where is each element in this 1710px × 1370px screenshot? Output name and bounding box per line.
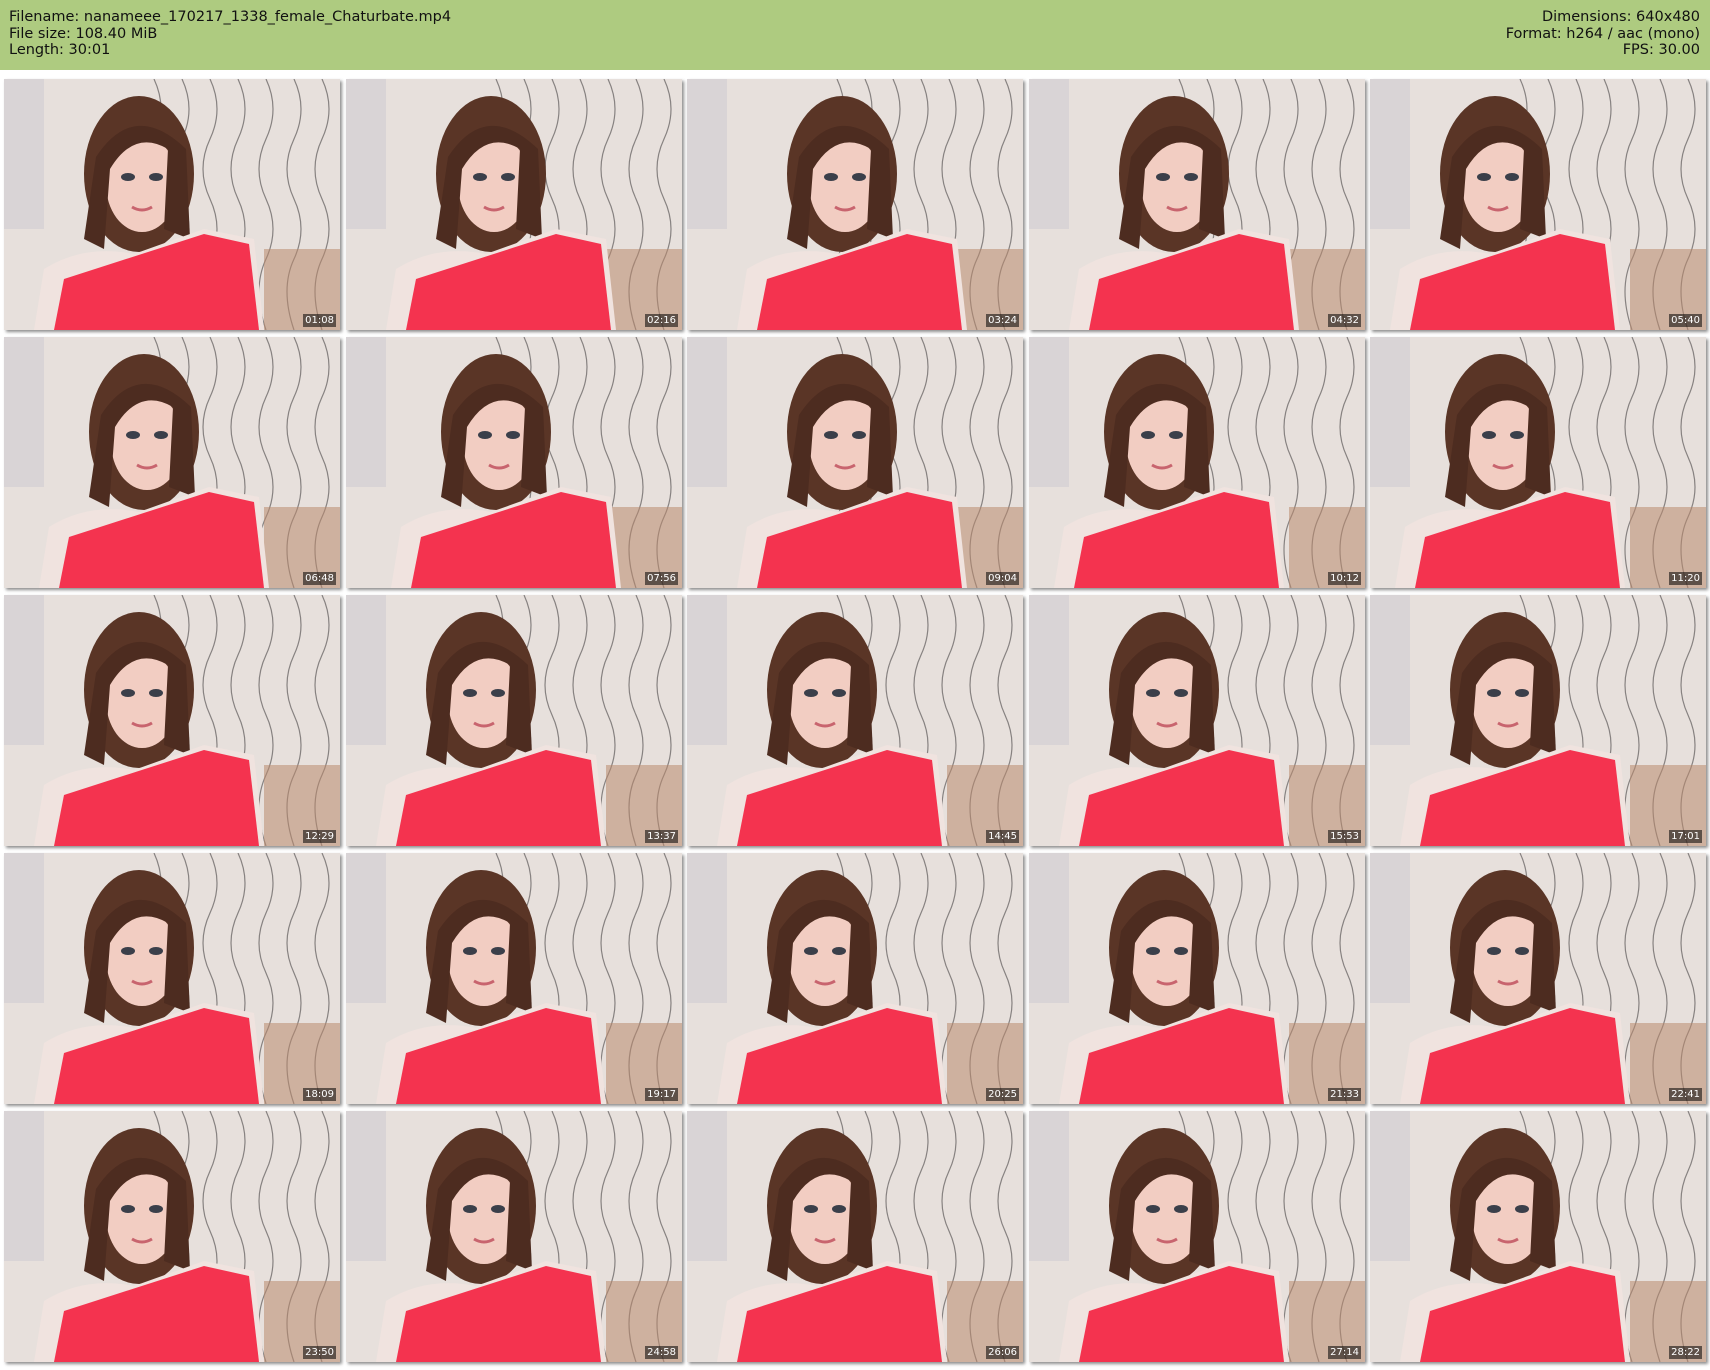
frame-timestamp: 28:22 [1669,1346,1702,1359]
frame-timestamp: 09:04 [986,572,1019,585]
length-label: Length: 30:01 [9,42,111,58]
frame-timestamp: 03:24 [986,314,1019,327]
frame-timestamp: 01:08 [303,314,336,327]
file-meta-left: Filename: nanameee_170217_1338_female_Ch… [9,9,451,59]
video-frame-thumbnail: 11:20 [1370,337,1706,588]
frame-timestamp: 14:45 [986,830,1019,843]
video-frame-thumbnail: 12:29 [4,595,340,846]
video-frame-thumbnail: 19:17 [346,853,682,1104]
frame-timestamp: 19:17 [645,1088,678,1101]
frame-timestamp: 24:58 [645,1346,678,1359]
video-frame-thumbnail: 04:32 [1029,79,1365,330]
thumbnail-grid: 01:08 02:16 03:24 04:32 05:40 06:48 07:5… [4,79,1706,1365]
video-frame-thumbnail: 07:56 [346,337,682,588]
video-frame-thumbnail: 17:01 [1370,595,1706,846]
frame-timestamp: 05:40 [1669,314,1702,327]
video-frame-thumbnail: 26:06 [687,1111,1023,1362]
video-frame-thumbnail: 10:12 [1029,337,1365,588]
frame-timestamp: 17:01 [1669,830,1702,843]
format-label: Format: h264 / aac (mono) [1505,25,1700,42]
video-frame-thumbnail: 20:25 [687,853,1023,1104]
video-frame-thumbnail: 27:14 [1029,1111,1365,1362]
frame-timestamp: 27:14 [1328,1346,1361,1359]
video-frame-thumbnail: 14:45 [687,595,1023,846]
frame-timestamp: 15:53 [1328,830,1361,843]
frame-timestamp: 02:16 [645,314,678,327]
frame-timestamp: 04:32 [1328,314,1361,327]
video-frame-thumbnail: 05:40 [1370,79,1706,330]
dimensions-label: Dimensions: 640x480 [1541,9,1700,25]
video-frame-thumbnail: 28:22 [1370,1111,1706,1362]
video-frame-thumbnail: 02:16 [346,79,682,330]
video-frame-thumbnail: 09:04 [687,337,1023,588]
frame-timestamp: 07:56 [645,572,678,585]
fps-label: FPS: 30.00 [1622,42,1700,58]
video-frame-thumbnail: 24:58 [346,1111,682,1362]
filesize-label: File size: 108.40 MiB [9,25,158,42]
frame-timestamp: 20:25 [986,1088,1019,1101]
video-frame-thumbnail: 15:53 [1029,595,1365,846]
video-frame-thumbnail: 03:24 [687,79,1023,330]
filename-label: Filename: nanameee_170217_1338_female_Ch… [9,9,452,25]
file-meta-right: Dimensions: 640x480 Format: h264 / aac (… [1506,9,1700,59]
video-frame-thumbnail: 21:33 [1029,853,1365,1104]
frame-timestamp: 22:41 [1669,1088,1702,1101]
frame-timestamp: 10:12 [1328,572,1361,585]
frame-timestamp: 13:37 [645,830,678,843]
video-frame-thumbnail: 13:37 [346,595,682,846]
frame-timestamp: 21:33 [1328,1088,1361,1101]
video-frame-thumbnail: 18:09 [4,853,340,1104]
frame-timestamp: 11:20 [1669,572,1702,585]
video-frame-thumbnail: 23:50 [4,1111,340,1362]
frame-timestamp: 26:06 [986,1346,1019,1359]
frame-timestamp: 18:09 [303,1088,336,1101]
contact-sheet-header: Filename: nanameee_170217_1338_female_Ch… [0,0,1710,70]
video-frame-thumbnail: 06:48 [4,337,340,588]
frame-timestamp: 23:50 [303,1346,336,1359]
frame-timestamp: 06:48 [303,572,336,585]
video-frame-thumbnail: 01:08 [4,79,340,330]
video-frame-thumbnail: 22:41 [1370,853,1706,1104]
frame-timestamp: 12:29 [303,830,336,843]
